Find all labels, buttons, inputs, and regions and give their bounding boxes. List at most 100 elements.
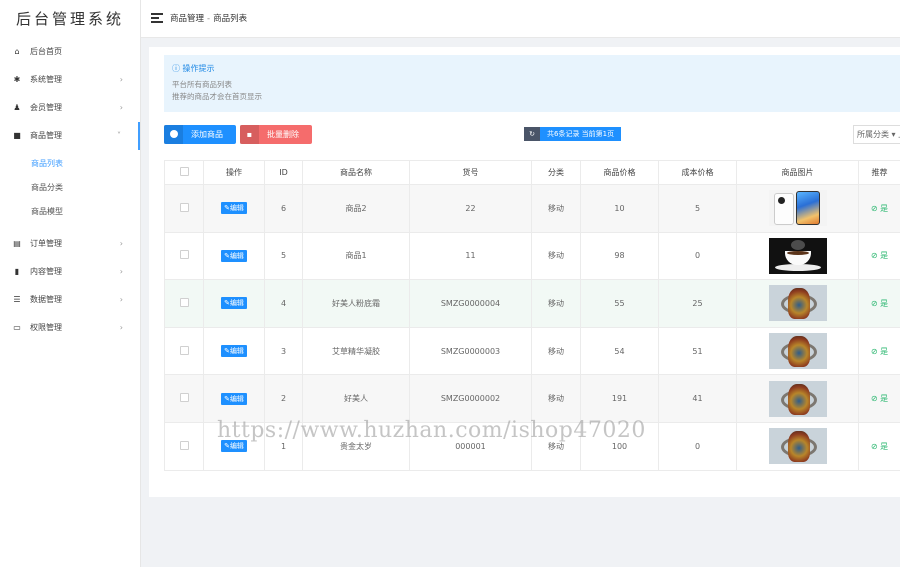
sidebar-subitem-goods-category[interactable]: 商品分类 bbox=[0, 176, 140, 200]
cell-name: 商品1 bbox=[302, 231, 410, 281]
tip-title: 操作提示 bbox=[182, 64, 215, 73]
edit-button[interactable]: ✎编辑 bbox=[221, 392, 247, 405]
breadcrumb-separator: - bbox=[207, 14, 211, 24]
cell-sku: 22 bbox=[409, 184, 532, 233]
sidebar-item-home[interactable]: ⌂ 后台首页 bbox=[0, 38, 140, 66]
recommend-toggle[interactable]: ⊘ 是 bbox=[871, 394, 888, 403]
cell-price: 54 bbox=[580, 326, 659, 376]
info-icon: ⓘ bbox=[172, 64, 183, 73]
recommend-toggle[interactable]: ⊘ 是 bbox=[871, 251, 888, 260]
cell-cost: 41 bbox=[658, 374, 737, 423]
chevron-down-icon: ˅ bbox=[117, 131, 121, 140]
column-header: 分类 bbox=[531, 160, 581, 185]
cell-cost: 0 bbox=[658, 231, 737, 281]
chevron-right-icon: › bbox=[119, 323, 123, 332]
toolbar: 添加商品 ▪批量删除 ↻共6条记录 当前第1页 所属分类 ▾ 上 bbox=[164, 125, 900, 145]
recommend-toggle[interactable]: ⊘ 是 bbox=[871, 299, 888, 308]
menu-toggle-icon[interactable] bbox=[151, 13, 163, 23]
cell-name: 好美人粉底霜 bbox=[302, 279, 410, 328]
row-checkbox[interactable] bbox=[164, 279, 204, 328]
file-icon: ▮ bbox=[14, 267, 20, 276]
users-icon: ♟ bbox=[13, 103, 21, 112]
row-checkbox[interactable] bbox=[164, 184, 204, 233]
column-header: 商品价格 bbox=[580, 160, 659, 185]
sidebar-item-label: 订单管理 bbox=[30, 239, 62, 248]
breadcrumb: 商品管理 - 商品列表 bbox=[170, 12, 247, 24]
cell-sku: 11 bbox=[409, 231, 532, 281]
sidebar-item-content[interactable]: ▮ 内容管理 › bbox=[0, 258, 140, 286]
table-header-row: 操作 ID 商品名称 货号 分类 商品价格 成本价格 商品图片 推荐 bbox=[164, 160, 900, 185]
home-icon: ⌂ bbox=[14, 47, 20, 56]
sidebar-item-permissions[interactable]: ▭ 权限管理 › bbox=[0, 314, 140, 342]
goods-image bbox=[768, 237, 827, 274]
batch-delete-button[interactable]: ▪ 批量删除 bbox=[240, 125, 312, 144]
tip-line: 平台所有商品列表 bbox=[172, 80, 232, 89]
cell-cost: 5 bbox=[658, 184, 737, 233]
sidebar-item-goods[interactable]: ■ 商品管理 ˅ bbox=[0, 122, 140, 150]
monitor-icon: ▭ bbox=[13, 323, 21, 332]
table-row: ✎编辑 6 商品2 22 移动 10 5 ⊘ 是 bbox=[164, 184, 900, 233]
sidebar-item-label: 内容管理 bbox=[30, 267, 62, 276]
chevron-right-icon: › bbox=[119, 239, 123, 248]
row-checkbox[interactable] bbox=[164, 421, 204, 471]
check-circle-icon: ⊘ bbox=[870, 441, 881, 451]
recommend-toggle[interactable]: ⊘ 是 bbox=[871, 347, 888, 356]
refresh-records-button[interactable]: ↻ 共6条记录 当前第1页 bbox=[524, 127, 622, 141]
cell-cost: 51 bbox=[658, 326, 737, 376]
table-row: ✎编辑 3 艾草精华凝胶 SMZG0000003 移动 54 51 ⊘ 是 bbox=[164, 326, 900, 376]
cell-price: 191 bbox=[580, 374, 659, 423]
cell-id: 4 bbox=[264, 279, 303, 328]
row-checkbox[interactable] bbox=[164, 231, 204, 281]
row-checkbox[interactable] bbox=[164, 326, 204, 376]
cell-price: 10 bbox=[580, 184, 659, 233]
sidebar-item-data[interactable]: ☰ 数据管理 › bbox=[0, 286, 140, 314]
chevron-right-icon: › bbox=[119, 267, 123, 276]
check-circle-icon: ⊘ bbox=[870, 298, 881, 308]
check-circle-icon: ⊘ bbox=[870, 251, 881, 261]
goods-image bbox=[768, 333, 827, 370]
goods-image bbox=[768, 380, 827, 417]
edit-button[interactable]: ✎编辑 bbox=[221, 202, 247, 215]
add-goods-button[interactable]: 添加商品 bbox=[164, 125, 236, 144]
category-filter-select[interactable]: 所属分类 ▾ 上 bbox=[853, 125, 900, 144]
cell-name: 艾草精华凝胶 bbox=[302, 326, 410, 376]
select-all-checkbox[interactable] bbox=[164, 160, 204, 185]
cell-cost: 0 bbox=[658, 421, 737, 471]
table-row: ✎编辑 5 商品1 11 移动 98 0 ⊘ 是 bbox=[164, 231, 900, 281]
edit-button[interactable]: ✎编辑 bbox=[221, 249, 247, 262]
cell-id: 3 bbox=[264, 326, 303, 376]
cell-id: 5 bbox=[264, 231, 303, 281]
operation-tip: ⓘ 操作提示 平台所有商品列表 推荐的商品才会在首页显示 bbox=[164, 55, 900, 112]
cell-id: 6 bbox=[264, 184, 303, 233]
sidebar-item-orders[interactable]: ▤ 订单管理 › bbox=[0, 230, 140, 258]
cell-cost: 25 bbox=[658, 279, 737, 328]
top-header: 商品管理 - 商品列表 bbox=[141, 0, 900, 38]
edit-button[interactable]: ✎编辑 bbox=[221, 345, 247, 358]
breadcrumb-item[interactable]: 商品管理 bbox=[170, 14, 204, 24]
edit-button[interactable]: ✎编辑 bbox=[221, 297, 247, 310]
row-checkbox[interactable] bbox=[164, 374, 204, 423]
cell-category: 移动 bbox=[531, 374, 581, 423]
sidebar-item-members[interactable]: ♟ 会员管理 › bbox=[0, 94, 140, 122]
database-icon: ☰ bbox=[13, 295, 21, 304]
column-header: 成本价格 bbox=[658, 160, 737, 185]
cell-sku: SMZG0000004 bbox=[409, 279, 532, 328]
cell-price: 98 bbox=[580, 231, 659, 281]
recommend-toggle[interactable]: ⊘ 是 bbox=[871, 442, 888, 451]
sidebar-item-label: 商品管理 bbox=[30, 131, 62, 140]
recommend-toggle[interactable]: ⊘ 是 bbox=[871, 204, 888, 213]
tip-line: 推荐的商品才会在首页显示 bbox=[172, 92, 262, 101]
chevron-right-icon: › bbox=[119, 103, 123, 112]
sidebar-subitem-goods-model[interactable]: 商品模型 bbox=[0, 200, 140, 224]
chevron-right-icon: › bbox=[119, 75, 123, 84]
clipboard-icon: ▤ bbox=[13, 239, 21, 248]
column-header: ID bbox=[264, 160, 303, 185]
check-circle-icon: ⊘ bbox=[870, 346, 881, 356]
column-header: 操作 bbox=[203, 160, 265, 185]
goods-submenu: 商品列表 商品分类 商品模型 bbox=[0, 150, 140, 230]
cell-name: 好美人 bbox=[302, 374, 410, 423]
sidebar-subitem-goods-list[interactable]: 商品列表 bbox=[0, 152, 140, 176]
sidebar-item-system[interactable]: ✱ 系统管理 › bbox=[0, 66, 140, 94]
cell-category: 移动 bbox=[531, 231, 581, 281]
column-header: 货号 bbox=[409, 160, 532, 185]
